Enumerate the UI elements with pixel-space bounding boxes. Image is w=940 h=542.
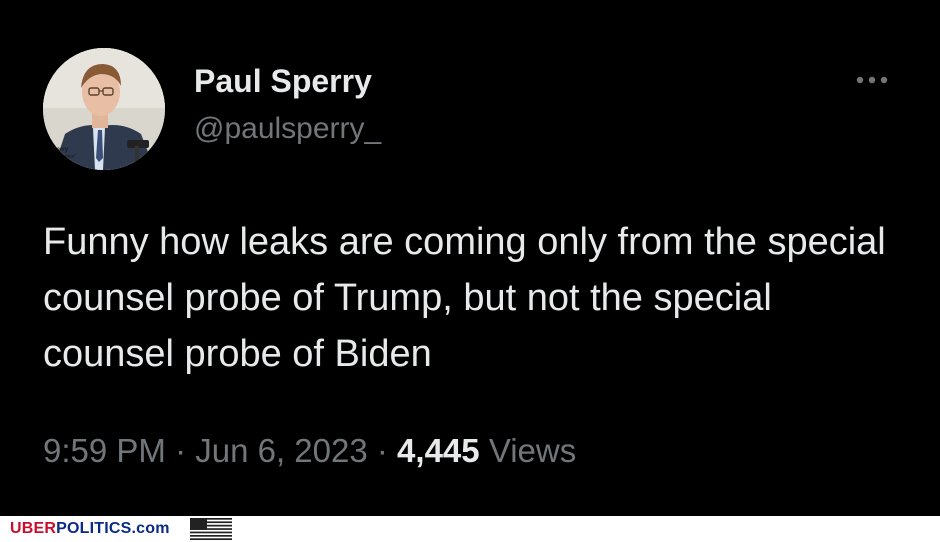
watermark-bar: UBERPOLITICS.com [0, 516, 940, 542]
more-horizontal-icon[interactable] [852, 68, 892, 92]
tweet-card: Sperry "Infiltration" Paul Sperry @pauls… [0, 0, 940, 516]
display-name[interactable]: Paul Sperry [194, 63, 372, 100]
brand-watermark: UBERPOLITICS.com [10, 520, 170, 538]
brand-part-uber: UBER [10, 520, 57, 537]
avatar-caption-2: "Infiltration" [51, 154, 76, 160]
tweet-date[interactable]: Jun 6, 2023 [195, 432, 367, 469]
views-label: Views [488, 432, 577, 469]
meta-separator: · [367, 432, 398, 469]
avatar-image: Sperry "Infiltration" [43, 48, 165, 170]
meta-separator: · [165, 432, 196, 469]
views-count: 4,445 [397, 432, 480, 469]
brand-part-politics: POLITICS.com [56, 520, 170, 537]
tweet-metadata: 9:59 PM · Jun 6, 2023 · 4,445 Views [43, 432, 576, 470]
avatar-caption-1: Sperry [49, 147, 69, 153]
tweet-text: Funny how leaks are coming only from the… [43, 221, 886, 375]
us-flag-icon [190, 518, 232, 540]
tweet-time[interactable]: 9:59 PM [43, 432, 166, 469]
avatar[interactable]: Sperry "Infiltration" [43, 48, 165, 170]
user-handle[interactable]: @paulsperry_ [194, 112, 381, 146]
